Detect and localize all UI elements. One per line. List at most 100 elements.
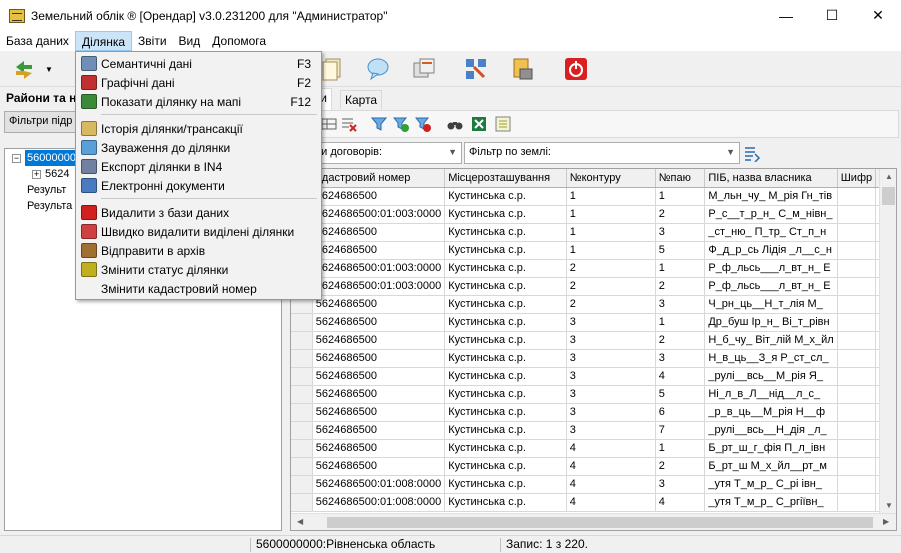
col-share-number[interactable]: №паю: [655, 169, 706, 188]
cell-cadastral-number[interactable]: 5624686500: [312, 421, 446, 440]
cell-contour-number[interactable]: 2: [566, 277, 656, 296]
menu-reports[interactable]: Звіти: [132, 31, 173, 51]
cell-share-number[interactable]: 1: [655, 259, 706, 278]
cell-owner-name[interactable]: Р_с__т_р_н_ С_м_нівн_: [704, 205, 838, 224]
cell-location[interactable]: Кустинська с.р.: [444, 277, 567, 296]
cell-owner-name[interactable]: _утя Т_м_р_ С_рі івн_: [704, 475, 838, 494]
table-row[interactable]: 5624686500:01:003:0000 Кустинська с.р. 1 2 Р…: [291, 205, 896, 224]
menu-item-comment[interactable]: Зауваження до ділянки: [76, 138, 321, 157]
cell-location[interactable]: Кустинська с.р.: [444, 205, 567, 224]
cell-location[interactable]: Кустинська с.р.: [444, 403, 567, 422]
row-indicator[interactable]: [291, 403, 313, 422]
scroll-up-icon[interactable]: ▲: [885, 172, 893, 181]
menu-plot[interactable]: Ділянка: [74, 31, 133, 51]
filter-remove-button[interactable]: [413, 114, 433, 134]
filter-button[interactable]: [369, 114, 389, 134]
cell-location[interactable]: Кустинська с.р.: [444, 331, 567, 350]
cell-owner-name[interactable]: Ні_л_в_Л__нід__л_с_: [704, 385, 838, 404]
cell-contour-number[interactable]: 3: [566, 385, 656, 404]
cell-share-number[interactable]: 4: [655, 493, 706, 512]
grid-delete-button[interactable]: [339, 114, 359, 134]
table-row[interactable]: 5624686500 Кустинська с.р. 3 7 _рулі__всь__Н…: [291, 421, 896, 440]
table-row[interactable]: 5624686500 Кустинська с.р. 3 6 _р_в_ць__М_рі…: [291, 403, 896, 422]
cell-code[interactable]: [837, 439, 877, 458]
cell-share-number[interactable]: 7: [655, 421, 706, 440]
cell-code[interactable]: [837, 241, 877, 260]
cell-share-number[interactable]: 3: [655, 475, 706, 494]
cell-cadastral-number[interactable]: 5624686500: [312, 223, 446, 242]
expand-icon[interactable]: +: [32, 170, 41, 179]
cell-share-number[interactable]: 1: [655, 439, 706, 458]
cell-code[interactable]: [837, 331, 877, 350]
cell-owner-name[interactable]: Др_буш Ір_н_ Ві_т_рівн: [704, 313, 838, 332]
row-indicator[interactable]: [291, 439, 313, 458]
cell-location[interactable]: Кустинська с.р.: [444, 241, 567, 260]
cell-location[interactable]: Кустинська с.р.: [444, 439, 567, 458]
menu-item-change-cadastral-number[interactable]: Змінити кадастровий номер: [76, 279, 321, 298]
binoculars-button[interactable]: [445, 114, 465, 134]
cell-cadastral-number[interactable]: 5624686500: [312, 367, 446, 386]
cell-code[interactable]: [837, 259, 877, 278]
cell-code[interactable]: [837, 367, 877, 386]
menu-item-graphic-data[interactable]: Графічні дані F2: [76, 73, 321, 92]
table-row[interactable]: 5624686500 Кустинська с.р. 3 3 Н_в_ць__З_я Р…: [291, 349, 896, 368]
tree-node-result-2[interactable]: Результа: [27, 198, 72, 214]
cell-owner-name[interactable]: Н_б_чу_ Віт_лій М_х_йл: [704, 331, 838, 350]
cell-cadastral-number[interactable]: 5624686500: [312, 241, 446, 260]
scroll-right-icon[interactable]: ▶: [883, 517, 889, 526]
sync-button[interactable]: [10, 55, 38, 83]
cell-contour-number[interactable]: 2: [566, 295, 656, 314]
col-location[interactable]: Місцерозташування: [444, 169, 567, 188]
row-indicator[interactable]: [291, 349, 313, 368]
tree-node-result-1[interactable]: Результ: [27, 182, 66, 198]
menu-view[interactable]: Вид: [173, 31, 207, 51]
tab-map[interactable]: Карта: [340, 90, 383, 109]
cell-code[interactable]: [837, 493, 877, 512]
cell-share-number[interactable]: 2: [655, 205, 706, 224]
cell-share-number[interactable]: 3: [655, 349, 706, 368]
cell-code[interactable]: [837, 421, 877, 440]
table-row[interactable]: 5624686500 Кустинська с.р. 3 1 Др_буш Ір_н_ …: [291, 313, 896, 332]
menu-help[interactable]: Допомога: [206, 31, 272, 51]
cell-code[interactable]: [837, 187, 877, 206]
cell-owner-name[interactable]: М_льн_чу_ М_рія Гн_тів: [704, 187, 838, 206]
table-row[interactable]: 5624686500 Кустинська с.р. 3 2 Н_б_чу_ Віт_л…: [291, 331, 896, 350]
cell-owner-name[interactable]: Б_рт_ш М_х_йл__рт_м: [704, 457, 838, 476]
scroll-down-icon[interactable]: ▼: [885, 501, 893, 510]
cell-contour-number[interactable]: 2: [566, 259, 656, 278]
cell-contour-number[interactable]: 3: [566, 403, 656, 422]
row-indicator[interactable]: [291, 457, 313, 476]
cell-location[interactable]: Кустинська с.р.: [444, 385, 567, 404]
cell-location[interactable]: Кустинська с.р.: [444, 349, 567, 368]
maximize-button[interactable]: ☐: [809, 0, 855, 31]
cell-location[interactable]: Кустинська с.р.: [444, 367, 567, 386]
cell-code[interactable]: [837, 457, 877, 476]
table-row[interactable]: 5624686500 Кустинська с.р. 3 5 Ні_л_в_Л__нід…: [291, 385, 896, 404]
cell-contour-number[interactable]: 3: [566, 331, 656, 350]
cell-share-number[interactable]: 5: [655, 385, 706, 404]
table-row[interactable]: 5624686500 Кустинська с.р. 2 3 Ч_рн_ць__Н_т_…: [291, 295, 896, 314]
menu-item-status[interactable]: Змінити статус ділянки: [76, 260, 321, 279]
sync-dropdown-button[interactable]: ▼: [42, 55, 56, 83]
cell-owner-name[interactable]: _рулі__всь__М_рія Я_: [704, 367, 838, 386]
cell-cadastral-number[interactable]: 5624686500: [312, 295, 446, 314]
network-toolbar-button[interactable]: [462, 55, 490, 83]
menu-item-export-in4[interactable]: Експорт ділянки в IN4: [76, 157, 321, 176]
cell-cadastral-number[interactable]: 5624686500:01:003:0000: [312, 277, 446, 296]
cell-cadastral-number[interactable]: 5624686500: [312, 187, 446, 206]
row-indicator[interactable]: [291, 313, 313, 332]
cell-location[interactable]: Кустинська с.р.: [444, 457, 567, 476]
cell-cadastral-number[interactable]: 5624686500: [312, 331, 446, 350]
apply-filter-button[interactable]: [742, 143, 762, 163]
close-button[interactable]: ✕: [855, 0, 901, 31]
cell-share-number[interactable]: 1: [655, 187, 706, 206]
cell-owner-name[interactable]: _утя Т_м_р_ С_ргіївн_: [704, 493, 838, 512]
cell-cadastral-number[interactable]: 5624686500: [312, 439, 446, 458]
tree-node-region[interactable]: 56000000: [25, 150, 78, 166]
cell-cadastral-number[interactable]: 5624686500: [312, 403, 446, 422]
cell-owner-name[interactable]: _ст_ню_ П_тр_ Ст_п_н: [704, 223, 838, 242]
cell-share-number[interactable]: 6: [655, 403, 706, 422]
table-row[interactable]: 5624686500 Кустинська с.р. 1 5 Ф_д_р_сь Ліді…: [291, 241, 896, 260]
cell-code[interactable]: [837, 385, 877, 404]
cell-cadastral-number[interactable]: 5624686500: [312, 313, 446, 332]
